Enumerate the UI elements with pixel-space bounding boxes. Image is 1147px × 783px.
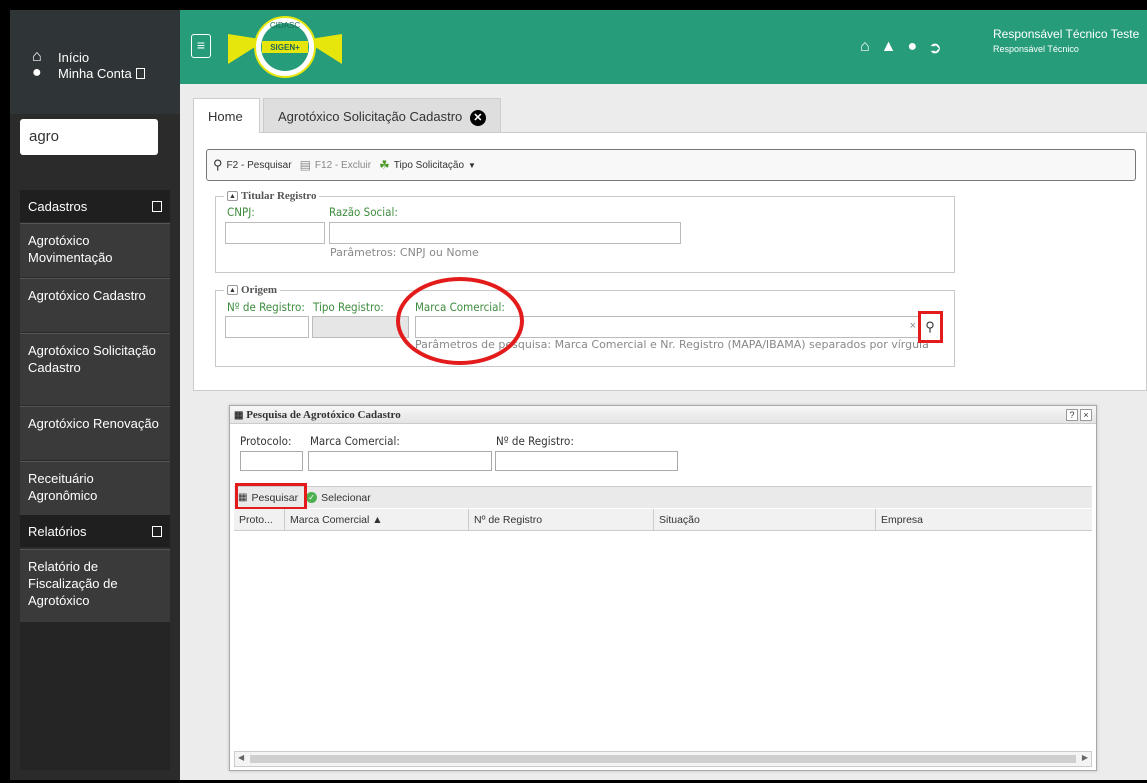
sigen-logo[interactable]: CIDASC SIGEN+ (226, 14, 344, 80)
highlight-search-button (918, 311, 943, 343)
section-label: Relatórios (28, 523, 87, 539)
horizontal-scrollbar[interactable]: ◀ ▶ (234, 751, 1092, 767)
marca-comercial-input[interactable] (308, 451, 492, 471)
grid-header: Proto... Marca Comercial ▲ Nº de Registr… (234, 509, 1092, 531)
legend-label: Origem (241, 284, 278, 296)
titular-hint: Parâmetros: CNPJ ou Nome (330, 246, 479, 259)
sidebar-minha-conta-label: Minha Conta (58, 65, 132, 81)
nr-registro-input[interactable] (225, 316, 309, 338)
nr-registro-input[interactable] (495, 451, 678, 471)
legend-label: Titular Registro (241, 190, 317, 202)
highlight-ellipse (396, 277, 524, 365)
sidebar-item-relatorio-fiscalizacao[interactable]: Relatório de Fiscalização de Agrotóxico (20, 549, 170, 622)
sidebar-item-agrotoxico-renovacao[interactable]: Agrotóxico Renovação (20, 406, 170, 460)
collapse-box-icon (152, 201, 162, 212)
collapse-icon[interactable]: ▲ (227, 191, 238, 201)
close-modal-button[interactable]: × (1080, 409, 1092, 421)
scroll-right-icon[interactable]: ▶ (1082, 753, 1088, 762)
cnpj-label: CNPJ: (227, 205, 255, 219)
section-label: Cadastros (28, 198, 88, 214)
collapse-box-icon (152, 526, 162, 537)
col-situacao[interactable]: Situação (654, 509, 876, 530)
tipo-solicitacao-dropdown[interactable]: Tipo Solicitação (394, 160, 464, 171)
marca-comercial-label: Marca Comercial: (310, 434, 400, 448)
sidebar-section-relatorios[interactable]: Relatórios (20, 515, 170, 547)
scroll-left-icon[interactable]: ◀ (238, 753, 244, 762)
expand-box-icon (135, 67, 145, 79)
razao-social-label: Razão Social: (329, 205, 398, 219)
titular-legend[interactable]: ▲ Titular Registro (224, 190, 320, 202)
user-icon: ● (32, 64, 42, 81)
tipo-registro-input (312, 316, 409, 338)
origem-legend[interactable]: ▲ Origem (224, 284, 281, 296)
logo-main-text: SIGEN+ (270, 43, 300, 52)
sidebar-search-input[interactable]: agro (20, 119, 158, 155)
logout-icon[interactable]: ➲ (928, 38, 941, 58)
bell-icon[interactable]: ▲ (881, 38, 897, 58)
modal-titlebar[interactable]: ▦ Pesquisa de Agrotóxico Cadastro (230, 406, 1096, 424)
tab-home[interactable]: Home (193, 98, 260, 133)
sidebar-top: ⌂ Início ● Minha Conta (10, 10, 180, 114)
protocolo-label: Protocolo: (240, 434, 292, 448)
search-icon: ⚲ (213, 157, 223, 172)
logo-top-text: CIDASC (270, 21, 300, 30)
pesquisa-modal: ▦ Pesquisa de Agrotóxico Cadastro ? × Pr… (229, 405, 1097, 771)
tab-agrotoxico-solicitacao[interactable]: Agrotóxico Solicitação Cadastro ✕ (263, 98, 501, 132)
plant-icon: ☘ (379, 158, 390, 172)
col-marca-comercial[interactable]: Marca Comercial ▲ (285, 509, 469, 530)
sidebar-empty (20, 622, 170, 770)
selecionar-button[interactable]: Selecionar (321, 492, 371, 504)
trash-icon: ▤ (299, 158, 311, 172)
highlight-pesquisar-button (235, 483, 307, 510)
nr-registro-label: Nº de Registro: (496, 434, 574, 448)
close-tab-icon[interactable]: ✕ (469, 110, 486, 126)
excluir-button[interactable]: F12 - Excluir (315, 160, 371, 171)
home-icon[interactable]: ⌂ (860, 38, 870, 58)
sidebar-item-receituario[interactable]: Receituário Agronômico (20, 461, 170, 515)
pesquisar-button[interactable]: F2 - Pesquisar (227, 160, 292, 171)
user-name: Responsável Técnico Teste (993, 27, 1140, 41)
check-icon: ✓ (306, 492, 318, 503)
sidebar-inicio-label: Início (58, 49, 90, 65)
col-empresa[interactable]: Empresa (876, 509, 1092, 530)
binoculars-icon: ▦ (234, 410, 244, 421)
razao-social-input[interactable] (329, 222, 681, 244)
modal-toolbar: ▦ Pesquisar ✓ Selecionar (234, 486, 1092, 508)
collapse-icon[interactable]: ▲ (227, 285, 238, 295)
protocolo-input[interactable] (240, 451, 303, 471)
user-icon[interactable]: ● (908, 38, 918, 58)
nr-registro-label: Nº de Registro: (227, 300, 305, 314)
sidebar-item-agrotoxico-movimentacao[interactable]: Agrotóxico Movimentação (20, 223, 170, 277)
cnpj-input[interactable] (225, 222, 325, 244)
sidebar-item-agrotoxico-solicitacao[interactable]: Agrotóxico Solicitação Cadastro (20, 333, 170, 405)
modal-title: Pesquisa de Agrotóxico Cadastro (246, 409, 401, 421)
caret-down-icon: ▼ (468, 160, 476, 170)
top-header: ≡ CIDASC SIGEN+ ⌂ ▲ ● ➲ Responsável Técn… (180, 10, 1147, 84)
help-button[interactable]: ? (1066, 409, 1078, 421)
menu-toggle-button[interactable]: ≡ (191, 34, 211, 58)
sidebar-section-cadastros[interactable]: Cadastros (20, 190, 170, 222)
sidebar-item-agrotoxico-cadastro[interactable]: Agrotóxico Cadastro (20, 278, 170, 332)
form-toolbar: ⚲ F2 - Pesquisar ▤ F12 - Excluir ☘ Tipo … (206, 149, 1136, 181)
tipo-registro-label: Tipo Registro: (313, 300, 384, 314)
tab-label: Agrotóxico Solicitação Cadastro (278, 109, 463, 124)
col-nr-registro[interactable]: Nº de Registro (469, 509, 654, 530)
header-icons: ⌂ ▲ ● ➲ (860, 38, 942, 58)
user-role: Responsável Técnico (993, 44, 1079, 54)
header-user[interactable]: Responsável Técnico Teste Responsável Té… (993, 27, 1139, 54)
clear-icon[interactable]: × (910, 320, 916, 332)
scroll-thumb[interactable] (250, 755, 1076, 763)
col-protocolo[interactable]: Proto... (234, 509, 285, 530)
